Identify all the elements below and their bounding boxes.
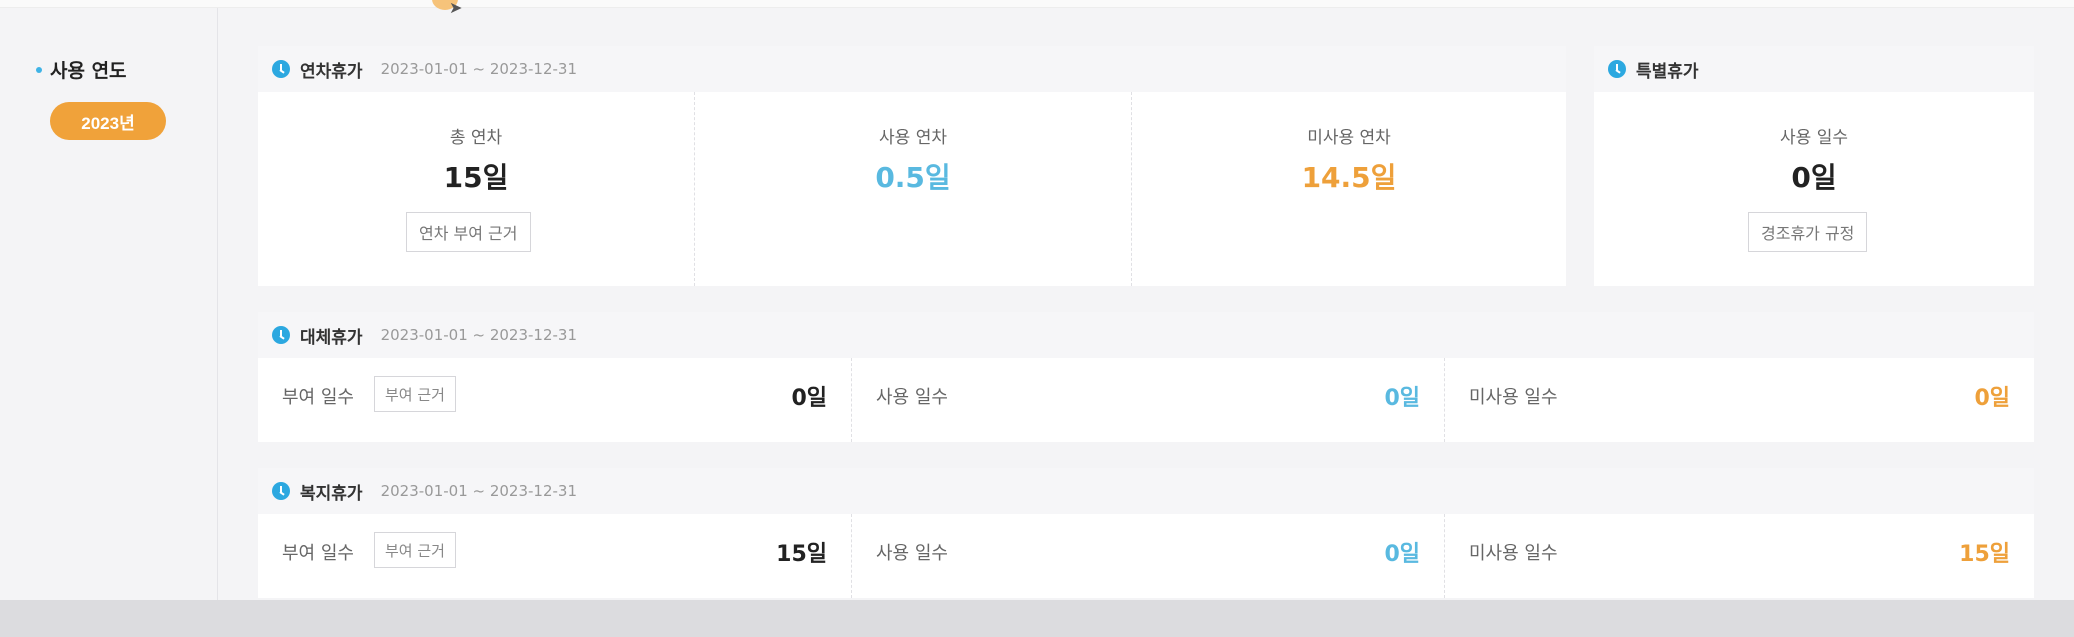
condolence-leave-rules-button[interactable]: 경조휴가 규정 — [1748, 212, 1868, 252]
welfare-granted-label: 부여 일수 — [282, 543, 354, 564]
substitute-used-label: 사용 일수 — [876, 387, 948, 408]
used-annual-value: 0.5일 — [875, 161, 951, 194]
substitute-granted-cell: 부여 일수 부여 근거 0일 — [258, 358, 852, 442]
welfare-used-cell: 사용 일수 0일 — [852, 514, 1445, 598]
annual-leave-header: 연차휴가 2023-01-01 ~ 2023-12-31 — [258, 46, 1566, 92]
special-used-value: 0일 — [1791, 161, 1837, 194]
welfare-unused-label: 미사용 일수 — [1469, 543, 1558, 564]
annual-grant-basis-button[interactable]: 연차 부여 근거 — [406, 212, 531, 252]
clock-icon — [272, 60, 290, 78]
mouse-cursor-icon: ➤ — [449, 0, 463, 17]
used-annual-label: 사용 연차 — [879, 128, 947, 148]
year-2023-button[interactable]: 2023년 — [50, 102, 166, 140]
usage-year-heading: 사용 연도 — [36, 56, 127, 83]
welfare-used-value: 0일 — [1384, 542, 1420, 567]
special-leave-panel: 특별휴가 사용 일수 0일 경조휴가 규정 — [1594, 46, 2034, 286]
total-annual-value: 15일 — [443, 161, 509, 194]
welfare-grant-basis-button[interactable]: 부여 근거 — [374, 532, 456, 568]
welfare-used-label: 사용 일수 — [876, 543, 948, 564]
clock-icon — [1608, 60, 1626, 78]
substitute-leave-header: 대체휴가 2023-01-01 ~ 2023-12-31 — [258, 312, 2034, 358]
welfare-granted-cell: 부여 일수 부여 근거 15일 — [258, 514, 852, 598]
welfare-leave-panel: 복지휴가 2023-01-01 ~ 2023-12-31 부여 일수 부여 근거… — [258, 468, 2034, 598]
substitute-unused-label: 미사용 일수 — [1469, 387, 1558, 408]
unused-annual-column: 미사용 연차 14.5일 — [1132, 92, 1566, 286]
special-used-label: 사용 일수 — [1780, 128, 1848, 148]
substitute-unused-cell: 미사용 일수 0일 — [1445, 358, 2034, 442]
bullet-icon — [36, 66, 42, 73]
usage-year-label: 사용 연도 — [50, 60, 127, 82]
welfare-unused-cell: 미사용 일수 15일 — [1445, 514, 2034, 598]
welfare-granted-value: 15일 — [776, 542, 827, 567]
special-used-column: 사용 일수 0일 경조휴가 규정 — [1594, 92, 2034, 286]
substitute-used-value: 0일 — [1384, 386, 1420, 411]
used-annual-column: 사용 연차 0.5일 — [695, 92, 1132, 286]
welfare-unused-value: 15일 — [1959, 542, 2010, 567]
clock-icon — [272, 482, 290, 500]
annual-leave-title: 연차휴가 — [300, 61, 363, 82]
special-leave-title: 특별휴가 — [1636, 61, 1699, 82]
substitute-leave-title: 대체휴가 — [300, 327, 363, 348]
substitute-unused-value: 0일 — [1974, 386, 2010, 411]
unused-annual-label: 미사용 연차 — [1307, 128, 1391, 148]
substitute-leave-period: 2023-01-01 ~ 2023-12-31 — [380, 326, 578, 344]
total-annual-label: 총 연차 — [449, 128, 503, 148]
substitute-used-cell: 사용 일수 0일 — [852, 358, 1445, 442]
substitute-grant-basis-button[interactable]: 부여 근거 — [374, 376, 456, 412]
year-sidebar: 사용 연도 2023년 — [0, 8, 218, 600]
welfare-leave-title: 복지휴가 — [300, 483, 363, 504]
total-annual-column: 총 연차 15일 연차 부여 근거 — [258, 92, 695, 286]
annual-leave-period: 2023-01-01 ~ 2023-12-31 — [380, 60, 578, 78]
annual-leave-panel: 연차휴가 2023-01-01 ~ 2023-12-31 총 연차 15일 연차… — [258, 46, 1566, 286]
welfare-leave-header: 복지휴가 2023-01-01 ~ 2023-12-31 — [258, 468, 2034, 514]
clock-icon — [272, 326, 290, 344]
special-leave-header: 특별휴가 — [1594, 46, 2034, 92]
top-bar — [0, 0, 2074, 8]
unused-annual-value: 14.5일 — [1301, 161, 1397, 194]
bottom-shade — [0, 600, 2074, 637]
substitute-granted-label: 부여 일수 — [282, 387, 354, 408]
welfare-leave-period: 2023-01-01 ~ 2023-12-31 — [380, 482, 578, 500]
substitute-leave-panel: 대체휴가 2023-01-01 ~ 2023-12-31 부여 일수 부여 근거… — [258, 312, 2034, 442]
substitute-granted-value: 0일 — [791, 386, 827, 411]
